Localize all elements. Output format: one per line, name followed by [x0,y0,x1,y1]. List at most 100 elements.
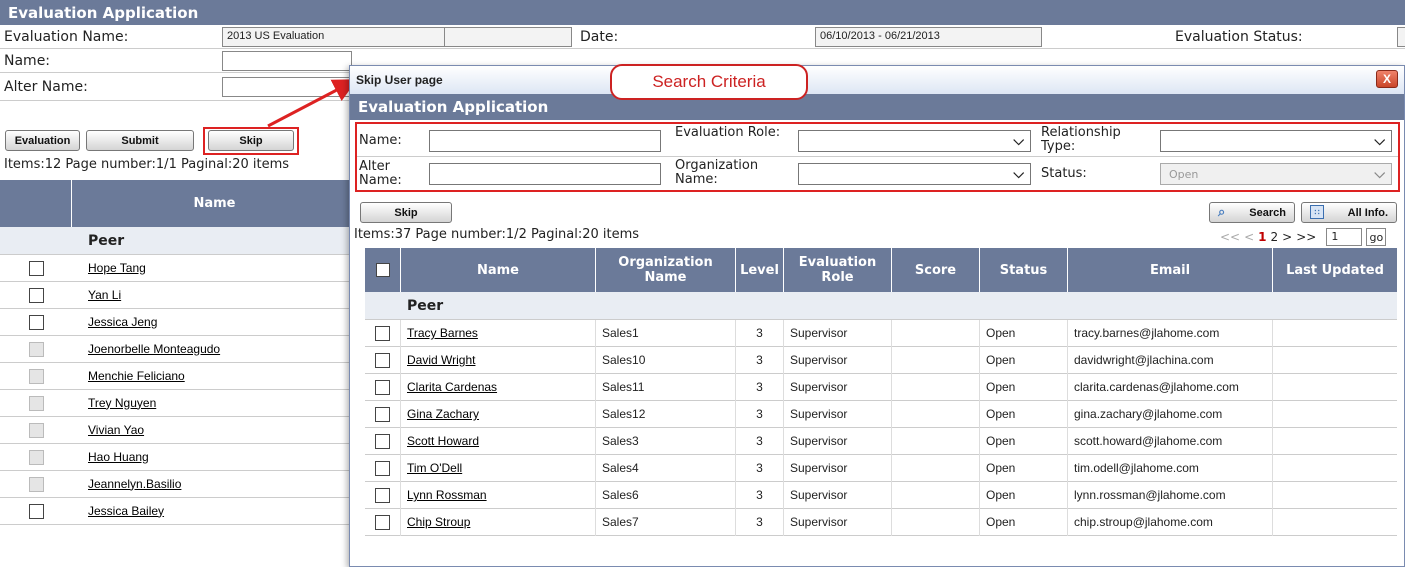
row-name-link[interactable]: Tracy Barnes [407,326,478,340]
pager-goto-input[interactable]: 1 [1326,228,1363,246]
dialog-group-label: Peer [407,297,444,314]
crit-alter-name-input[interactable] [429,163,661,185]
crit-alter-name-label: Alter Name: [359,159,402,188]
row-name-link[interactable]: Lynn Rossman [407,488,487,502]
row-name-cell: Tim O'Dell [401,454,596,482]
crit-status-select[interactable]: Open ⌵ [1160,163,1392,185]
row-role-cell: Supervisor [784,373,892,401]
row-name-link[interactable]: David Wright [407,353,475,367]
row-email-cell: tracy.barnes@jlahome.com [1068,319,1273,347]
row-name-link[interactable]: Clarita Cardenas [407,380,497,394]
row-checkbox[interactable] [375,514,390,530]
search-criteria-panel: Name: Evaluation Role: ⌵ Relationship Ty… [355,122,1400,192]
pager-last[interactable]: >> [1296,230,1316,244]
all-info-button[interactable]: ∷ All Info. [1301,202,1397,223]
row-checkbox[interactable] [375,379,390,395]
row-select-cell [365,319,401,347]
row-name-link[interactable]: Scott Howard [407,434,479,448]
row-score-cell [892,400,980,428]
row-checkbox[interactable] [375,325,390,341]
col-score[interactable]: Score [892,248,980,292]
dialog-header: Evaluation Application [358,98,549,116]
col-last-updated[interactable]: Last Updated [1273,248,1397,292]
row-score-cell [892,346,980,374]
row-checkbox[interactable] [375,487,390,503]
row-updated-cell [1273,347,1397,374]
row-name-link[interactable]: Chip Stroup [407,515,470,529]
row-name-cell: Gina Zachary [401,400,596,428]
skip-button[interactable]: Skip [360,202,452,223]
row-level-cell: 3 [736,508,784,536]
row-level-cell: 3 [736,373,784,401]
row-select-cell [365,454,401,482]
chevron-down-icon: ⌵ [1013,133,1024,149]
dialog-title: Skip User page [356,73,443,87]
crit-relationship-select[interactable]: ⌵ [1160,130,1392,152]
dialog-header-bar: Evaluation Application [350,94,1404,120]
dialog-table-row: Scott Howard Sales3 3 Supervisor Open scott.h… [365,427,1397,455]
crit-name-label: Name: [359,133,402,148]
row-status-cell: Open [980,319,1068,347]
row-updated-cell [1273,401,1397,428]
row-email-cell: tim.odell@jlahome.com [1068,454,1273,482]
row-status-cell: Open [980,373,1068,401]
row-org-cell: Sales12 [596,400,736,428]
pager-first[interactable]: << [1220,230,1240,244]
row-checkbox[interactable] [375,460,390,476]
search-criteria-callout: Search Criteria [610,64,808,100]
select-all-checkbox[interactable] [375,263,390,277]
row-level-cell: 3 [736,427,784,455]
row-role-cell: Supervisor [784,427,892,455]
row-role-cell: Supervisor [784,454,892,482]
col-status[interactable]: Status [980,248,1068,292]
col-name[interactable]: Name [401,248,596,292]
skip-to-modal-arrow [267,79,358,128]
col-level[interactable]: Level [736,248,784,292]
row-name-link[interactable]: Tim O'Dell [407,461,462,475]
pager-next[interactable]: > [1282,230,1292,244]
search-button-label: Search [1249,206,1286,219]
row-select-cell [365,508,401,536]
row-select-cell [365,427,401,455]
crit-status-value: Open [1169,168,1199,181]
crit-eval-role-select[interactable]: ⌵ [798,130,1031,152]
crit-org-name-select[interactable]: ⌵ [798,163,1031,185]
all-info-button-label: All Info. [1347,206,1388,219]
row-email-cell: lynn.rossman@jlahome.com [1068,481,1273,509]
row-email-cell: clarita.cardenas@jlahome.com [1068,373,1273,401]
row-score-cell [892,481,980,509]
row-name-link[interactable]: Gina Zachary [407,407,479,421]
row-status-cell: Open [980,346,1068,374]
search-button[interactable]: ⌕ Search [1209,202,1295,223]
criteria-grid: Name: Evaluation Role: ⌵ Relationship Ty… [357,124,1398,190]
row-score-cell [892,373,980,401]
row-role-cell: Supervisor [784,319,892,347]
pager-prev[interactable]: < [1244,230,1254,244]
row-select-cell [365,373,401,401]
col-email[interactable]: Email [1068,248,1273,292]
col-eval-role[interactable]: Evaluation Role [784,248,892,292]
dialog-table-row: Lynn Rossman Sales6 3 Supervisor Open lynn.ro… [365,481,1397,509]
close-icon[interactable]: X [1376,70,1398,88]
crit-name-input[interactable] [429,130,661,152]
row-checkbox[interactable] [375,352,390,368]
row-updated-cell [1273,428,1397,455]
row-checkbox[interactable] [375,433,390,449]
row-email-cell: chip.stroup@jlahome.com [1068,508,1273,536]
row-status-cell: Open [980,508,1068,536]
pager-go-button[interactable]: go [1366,228,1387,246]
row-score-cell [892,427,980,455]
row-level-cell: 3 [736,454,784,482]
row-checkbox[interactable] [375,406,390,422]
pager-page-2[interactable]: 2 [1271,230,1279,244]
dialog-table-row: Chip Stroup Sales7 3 Supervisor Open chip.str… [365,508,1397,536]
row-status-cell: Open [980,427,1068,455]
row-role-cell: Supervisor [784,346,892,374]
col-org-name[interactable]: Organization Name [596,248,736,292]
stage: Evaluation Application Evaluation Name: … [0,0,1405,567]
dialog-table-row: Clarita Cardenas Sales11 3 Supervisor Open cl… [365,373,1397,401]
dialog-table-row: Tracy Barnes Sales1 3 Supervisor Open tracy.b… [365,319,1397,347]
dialog-table-row: David Wright Sales10 3 Supervisor Open davidw… [365,346,1397,374]
select-all-cell [365,248,401,292]
row-select-cell [365,346,401,374]
